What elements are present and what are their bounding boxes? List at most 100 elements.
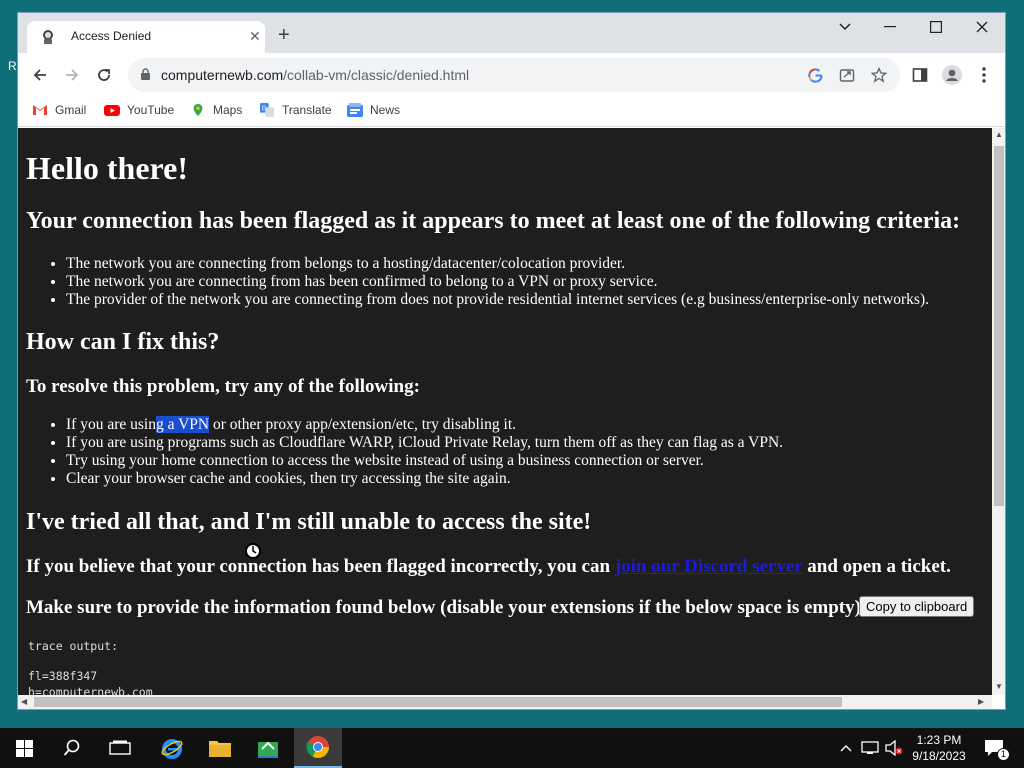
bookmark-maps[interactable]: Maps — [190, 103, 242, 117]
info-text: Make sure to provide the information fou… — [26, 597, 868, 618]
selected-text: g a VPN — [155, 416, 210, 433]
chevron-up-icon — [840, 745, 852, 752]
scroll-right-icon[interactable]: ▶ — [978, 697, 984, 706]
reload-button[interactable] — [92, 63, 116, 87]
bookmark-label: YouTube — [127, 103, 175, 117]
task-view-icon — [109, 740, 131, 755]
list-item: The provider of the network you are conn… — [66, 291, 929, 309]
vertical-scrollbar[interactable]: ▲ ▼ — [992, 128, 1005, 695]
list-item: The network you are connecting from has … — [66, 273, 929, 291]
taskbar: 1:23 PM 9/18/2023 1 — [0, 728, 1024, 768]
share-button[interactable] — [838, 66, 856, 84]
maximize-icon — [930, 21, 942, 33]
tab-close-icon[interactable]: ✕ — [249, 28, 261, 44]
notification-count-badge: 1 — [997, 748, 1010, 761]
profile-button[interactable] — [942, 65, 962, 85]
new-tab-button[interactable]: + — [278, 25, 290, 45]
google-icon — [807, 67, 823, 83]
browser-window: Access Denied ✕ + computernewb.com/colla… — [17, 12, 1006, 710]
volume-muted-icon — [885, 740, 903, 756]
scroll-down-icon[interactable]: ▼ — [995, 682, 1003, 691]
show-hidden-icons-button[interactable] — [834, 728, 858, 768]
flagged-heading: Your connection has been flagged as it a… — [26, 208, 961, 234]
svg-text:G: G — [262, 105, 267, 112]
scroll-up-icon[interactable]: ▲ — [995, 130, 1003, 139]
bookmark-label: Maps — [213, 103, 243, 117]
network-icon — [861, 741, 879, 754]
side-panel-button[interactable] — [910, 65, 930, 85]
maximize-button[interactable] — [913, 13, 959, 41]
profile-avatar-icon — [942, 65, 962, 85]
tab-strip: Access Denied ✕ + — [18, 13, 1005, 53]
bookmark-news[interactable]: News — [347, 103, 400, 117]
criteria-list: The network you are connecting from belo… — [26, 255, 929, 309]
google-lens-button[interactable] — [806, 66, 824, 84]
more-vertical-icon — [982, 67, 986, 83]
bookmark-star-button[interactable] — [870, 66, 888, 84]
close-window-button[interactable] — [959, 13, 1005, 41]
volume-button[interactable] — [882, 728, 906, 768]
side-panel-icon — [912, 68, 928, 82]
bookmark-youtube[interactable]: YouTube — [104, 103, 174, 117]
trace-line: h=computernewb.com — [28, 685, 153, 695]
address-bar[interactable]: computernewb.com/collab-vm/classic/denie… — [128, 58, 900, 92]
fix-heading: How can I fix this? — [26, 329, 220, 355]
back-arrow-icon — [33, 69, 46, 81]
discord-link[interactable]: join our Discord server — [615, 556, 803, 577]
trace-line: fl=388f347 — [28, 669, 98, 683]
star-icon — [871, 67, 887, 83]
bookmark-label: Translate — [282, 103, 332, 117]
start-button[interactable] — [0, 728, 48, 768]
chrome-icon — [306, 736, 329, 758]
clock-time: 1:23 PM — [916, 733, 962, 747]
clock-date: 9/18/2023 — [912, 749, 966, 763]
forward-button[interactable] — [60, 63, 84, 87]
vertical-scroll-thumb[interactable] — [994, 146, 1004, 506]
lock-icon — [141, 68, 150, 80]
internet-explorer-icon — [161, 739, 183, 759]
bookmark-label: Gmail — [55, 103, 87, 117]
search-button[interactable] — [48, 728, 96, 768]
fixes-list: If you are using a VPN or other proxy ap… — [26, 416, 783, 488]
app-button[interactable] — [244, 728, 292, 768]
notifications-button[interactable]: 1 — [980, 728, 1010, 768]
list-item: Try using your home connection to access… — [66, 452, 783, 470]
page-title: Hello there! — [26, 150, 189, 186]
news-icon — [347, 103, 363, 117]
browser-menu-button[interactable] — [974, 65, 994, 85]
list-item: If you are using a VPN or other proxy ap… — [66, 416, 783, 434]
list-item: The network you are connecting from belo… — [66, 255, 929, 273]
ticket-text: If you believe that your connection has … — [26, 556, 951, 577]
maps-icon — [193, 103, 203, 117]
search-icon — [63, 739, 80, 756]
resolve-heading: To resolve this problem, try any of the … — [26, 376, 420, 397]
internet-explorer-button[interactable] — [148, 728, 196, 768]
back-button[interactable] — [28, 63, 52, 87]
tab-search-button[interactable] — [822, 13, 868, 41]
browser-toolbar: computernewb.com/collab-vm/classic/denie… — [18, 53, 1005, 97]
task-view-button[interactable] — [96, 728, 144, 768]
windows-logo-icon — [15, 739, 33, 757]
forward-arrow-icon — [66, 69, 79, 81]
reload-icon — [98, 69, 110, 81]
copy-to-clipboard-button[interactable]: Copy to clipboard — [859, 596, 975, 617]
tab-access-denied[interactable]: Access Denied ✕ — [27, 21, 265, 53]
minimize-button[interactable] — [867, 13, 913, 41]
scroll-left-icon[interactable]: ◀ — [21, 697, 27, 706]
page-viewport: Hello there! Your connection has been fl… — [18, 128, 992, 695]
list-item: If you are using programs such as Cloudf… — [66, 434, 783, 452]
file-explorer-button[interactable] — [196, 728, 244, 768]
clock[interactable]: 1:23 PM 9/18/2023 — [906, 732, 972, 764]
green-app-icon — [258, 741, 278, 758]
chevron-down-icon — [839, 23, 851, 31]
horizontal-scroll-thumb[interactable] — [34, 697, 842, 707]
bookmarks-bar: Gmail YouTube Maps G Translate News — [18, 97, 1005, 127]
page-favicon-icon — [43, 30, 53, 44]
busy-cursor-icon — [245, 543, 261, 559]
bookmark-translate[interactable]: G Translate — [259, 103, 332, 117]
network-button[interactable] — [858, 728, 882, 768]
chrome-button[interactable] — [294, 728, 342, 768]
horizontal-scrollbar[interactable]: ◀ ▶ — [18, 695, 992, 709]
bookmark-gmail[interactable]: Gmail — [32, 103, 86, 117]
youtube-icon — [104, 105, 120, 116]
